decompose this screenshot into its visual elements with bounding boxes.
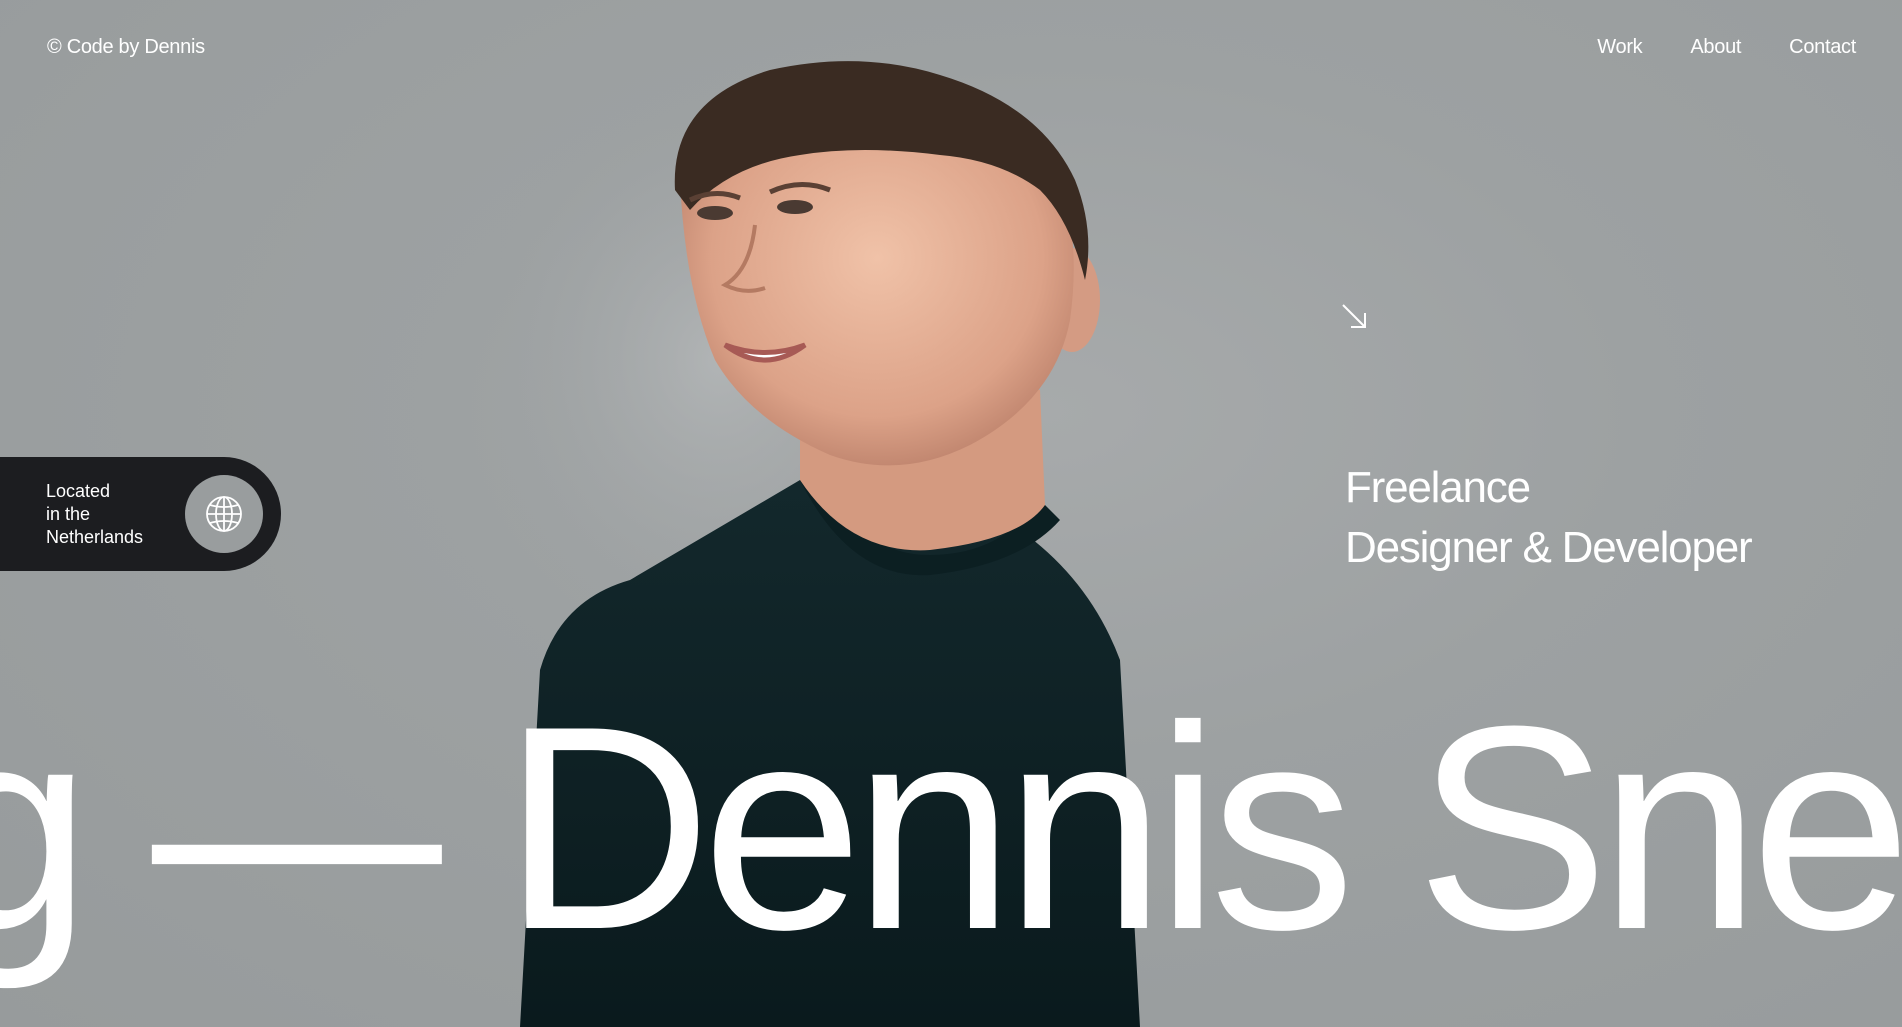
location-line-1: Located [46, 481, 111, 501]
role-heading: Freelance Designer & Developer [1345, 458, 1753, 578]
hero-page: © Code by Dennis Work About Contact Loca… [0, 0, 1902, 1027]
role-line-1: Freelance [1345, 463, 1531, 512]
nav-link-about[interactable]: About [1690, 36, 1741, 59]
arrow-down-right-icon [1342, 304, 1366, 328]
brand-logo[interactable]: © Code by Dennis [47, 36, 205, 59]
site-header: © Code by Dennis Work About Contact [0, 0, 1902, 96]
name-marquee: g — Dennis Snel [0, 666, 1902, 990]
location-label: Located in the Netherlands [46, 480, 176, 549]
nav-link-contact[interactable]: Contact [1789, 36, 1856, 59]
role-line-2: Designer & Developer [1345, 523, 1753, 572]
location-line-2: in the [46, 504, 91, 524]
location-badge[interactable]: Located in the Netherlands [0, 457, 281, 571]
globe-button[interactable] [185, 475, 263, 553]
globe-icon [206, 496, 242, 532]
location-line-3: Netherlands [46, 527, 144, 547]
nav-link-work[interactable]: Work [1597, 36, 1642, 59]
main-nav: Work About Contact [1597, 36, 1856, 59]
